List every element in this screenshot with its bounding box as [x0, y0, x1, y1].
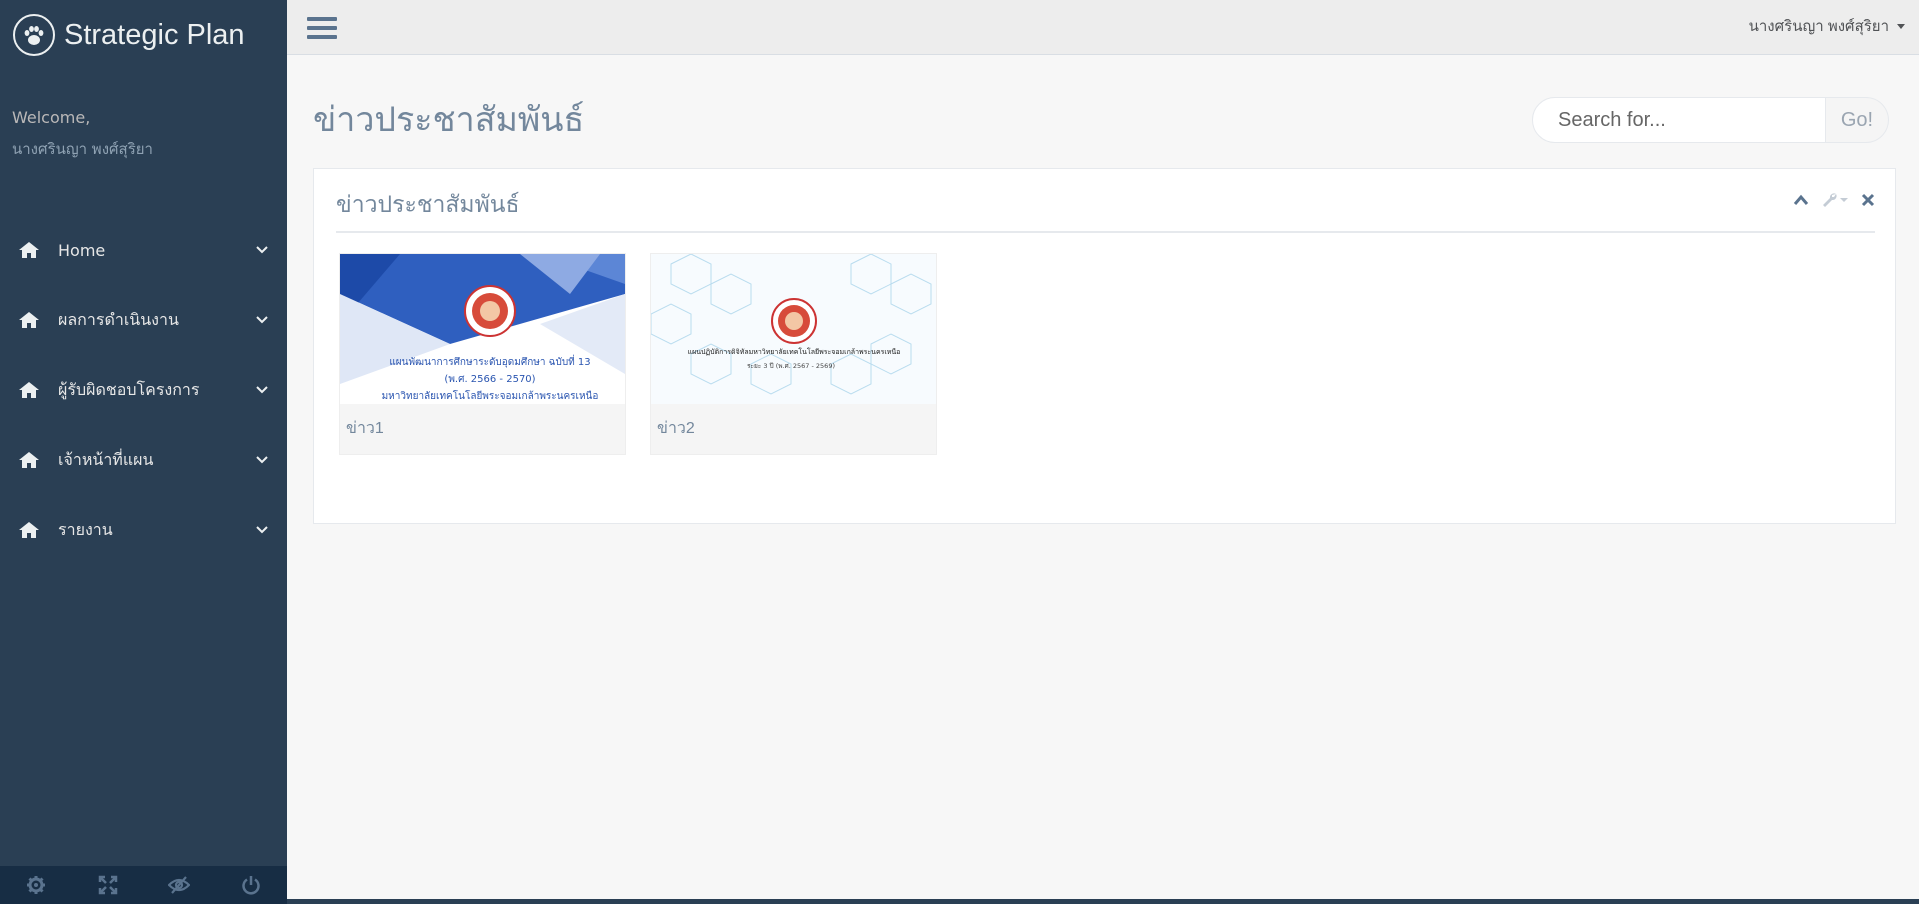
- panel-header: ข่าวประชาสัมพันธ์: [336, 169, 1875, 233]
- home-icon: [18, 240, 40, 260]
- thumb-line: ระยะ 3 ปี (พ.ศ. 2567 - 2569): [747, 362, 835, 370]
- news-card[interactable]: แผนปฏิบัติการดิจิทัลมหาวิทยาลัยเทคโนโลยี…: [650, 253, 937, 455]
- chevron-up-icon: [1793, 194, 1809, 205]
- thumb-line: (พ.ศ. 2566 - 2570): [444, 374, 535, 385]
- chevron-down-icon: [256, 386, 268, 394]
- fullscreen-button[interactable]: [72, 866, 144, 904]
- welcome-label: Welcome,: [12, 108, 91, 127]
- collapse-button[interactable]: [1793, 194, 1809, 206]
- close-icon: [1861, 193, 1875, 207]
- close-button[interactable]: [1861, 193, 1875, 207]
- news-thumbnail: แผนปฏิบัติการดิจิทัลมหาวิทยาลัยเทคโนโลยี…: [651, 254, 936, 404]
- brand[interactable]: Strategic Plan: [0, 0, 287, 70]
- news-panel: ข่าวประชาสัมพันธ์ แผนพัฒนาการศึกษาระดับอ…: [313, 168, 1896, 524]
- sidebar-item-performance[interactable]: ผลการดำเนินงาน: [0, 285, 287, 355]
- fullscreen-icon: [98, 875, 117, 895]
- news-thumbnail: แผนพัฒนาการศึกษาระดับอุดมศึกษา ฉบับที่ 1…: [340, 254, 625, 404]
- chevron-down-icon: [256, 316, 268, 324]
- search-bar: Go!: [1532, 97, 1889, 143]
- news-caption: ข่าว1: [346, 420, 384, 437]
- sidebar-item-label: เจ้าหน้าที่แผน: [58, 449, 154, 469]
- sidebar-item-label: ผลการดำเนินงาน: [58, 309, 179, 329]
- chevron-down-icon: [256, 456, 268, 464]
- thumb-line: มหาวิทยาลัยเทคโนโลยีพระจอมเกล้าพระนครเหน…: [382, 389, 599, 402]
- settings-icon: [26, 876, 45, 894]
- home-icon: [18, 520, 40, 540]
- home-icon: [18, 450, 40, 470]
- settings-button[interactable]: [0, 866, 72, 904]
- panel-title: ข่าวประชาสัมพันธ์: [336, 191, 520, 217]
- user-profile-name: นางศรินญา พงศ์สุริยา: [1748, 18, 1889, 35]
- news-card[interactable]: แผนพัฒนาการศึกษาระดับอุดมศึกษา ฉบับที่ 1…: [339, 253, 626, 455]
- chevron-down-icon: [256, 246, 268, 254]
- user-profile-dropdown[interactable]: นางศรินญา พงศ์สุริยา: [1749, 14, 1905, 38]
- chevron-down-icon: [256, 526, 268, 534]
- welcome-user-name: นางศรินญา พงศ์สุริยา: [12, 140, 153, 158]
- page-title: ข่าวประชาสัมพันธ์: [313, 101, 585, 139]
- wrench-icon: [1823, 193, 1837, 207]
- sidebar-item-label: ผู้รับผิดชอบโครงการ: [58, 379, 200, 399]
- menu-toggle-button[interactable]: [307, 17, 337, 43]
- caret-down-icon: [1840, 198, 1848, 202]
- welcome-block: Welcome, นางศรินญา พงศ์สุริยา: [0, 70, 287, 161]
- sidebar-nav: Home ผลการดำเนินงาน ผู้รับผิดชอบโครงการ …: [0, 215, 287, 565]
- thumb-line: แผนปฏิบัติการดิจิทัลมหาวิทยาลัยเทคโนโลยี…: [688, 347, 901, 356]
- power-icon: [242, 876, 260, 895]
- hamburger-icon-bar: [307, 35, 337, 39]
- top-navbar: นางศรินญา พงศ์สุริยา: [287, 0, 1919, 55]
- search-go-button[interactable]: Go!: [1826, 97, 1889, 143]
- caret-down-icon: [1897, 23, 1905, 29]
- settings-dropdown-button[interactable]: [1821, 191, 1849, 209]
- hamburger-icon-bar: [307, 26, 337, 30]
- paw-icon: [13, 14, 55, 56]
- bottom-border: [287, 899, 1919, 904]
- search-input[interactable]: [1532, 97, 1826, 143]
- news-caption: ข่าว2: [657, 420, 695, 437]
- logout-button[interactable]: [215, 866, 287, 904]
- sidebar-item-report[interactable]: รายงาน: [0, 495, 287, 565]
- brand-title: Strategic Plan: [64, 18, 245, 51]
- sidebar: Strategic Plan Welcome, นางศรินญา พงศ์สุ…: [0, 0, 287, 904]
- home-icon: [18, 310, 40, 330]
- thumb-line: แผนพัฒนาการศึกษาระดับอุดมศึกษา ฉบับที่ 1…: [389, 354, 590, 368]
- home-icon: [18, 380, 40, 400]
- panel-toolbox: [1781, 191, 1875, 209]
- sidebar-item-home[interactable]: Home: [0, 215, 287, 285]
- hamburger-icon: [307, 17, 337, 21]
- sidebar-item-label: รายงาน: [58, 519, 113, 539]
- lock-button[interactable]: [144, 866, 216, 904]
- lock-eye-icon: [168, 876, 191, 894]
- sidebar-footer: [0, 866, 287, 904]
- sidebar-item-plan-officer[interactable]: เจ้าหน้าที่แผน: [0, 425, 287, 495]
- sidebar-item-label: Home: [58, 240, 106, 260]
- sidebar-item-project-owner[interactable]: ผู้รับผิดชอบโครงการ: [0, 355, 287, 425]
